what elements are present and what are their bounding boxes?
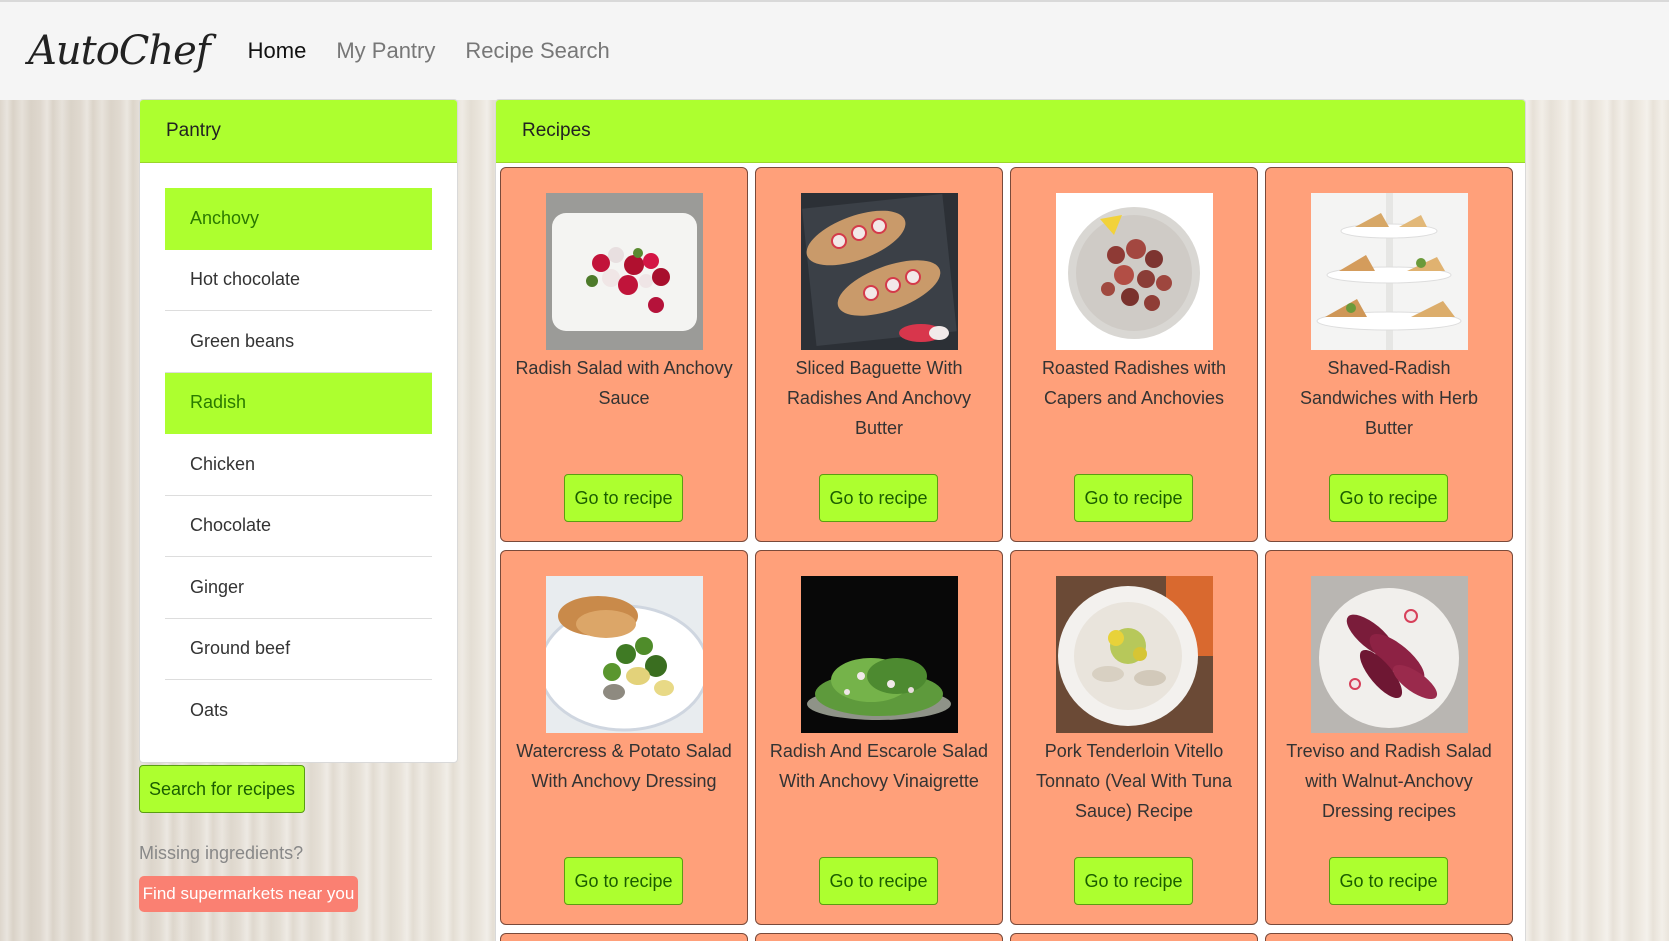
radish-salad-photo[interactable] bbox=[546, 193, 703, 350]
go-to-recipe-button[interactable]: Go to recipe bbox=[819, 474, 938, 522]
pantry-item[interactable]: Radish bbox=[165, 372, 432, 434]
go-to-recipe-button[interactable]: Go to recipe bbox=[1074, 857, 1193, 905]
recipe-card: Sliced Baguette With Radishes And Anchov… bbox=[755, 167, 1003, 542]
treviso-salad-photo[interactable] bbox=[1311, 576, 1468, 733]
recipe-card-partial bbox=[755, 933, 1003, 941]
vitello-tonnato-photo[interactable] bbox=[1056, 576, 1213, 733]
recipe-title: Sliced Baguette With Radishes And Anchov… bbox=[786, 358, 972, 438]
recipe-card: Watercress & Potato Salad With Anchovy D… bbox=[500, 550, 748, 925]
recipe-title: Radish And Escarole Salad With Anchovy V… bbox=[769, 741, 989, 791]
recipe-card-partial bbox=[1010, 933, 1258, 941]
recipe-card: Radish Salad with Anchovy Sauce Go to re… bbox=[500, 167, 748, 542]
pantry-item[interactable]: Ginger bbox=[165, 557, 432, 619]
watercress-salad-photo[interactable] bbox=[546, 576, 703, 733]
pantry-list: Anchovy Hot chocolate Green beans Radish… bbox=[165, 188, 432, 742]
recipe-card: Shaved-Radish Sandwiches with Herb Butte… bbox=[1265, 167, 1513, 542]
nav-home[interactable]: Home bbox=[248, 38, 307, 64]
pantry-item[interactable]: Green beans bbox=[165, 311, 432, 373]
navbar: AutoChef Home My Pantry Recipe Search bbox=[0, 0, 1669, 100]
pantry-item[interactable]: Chocolate bbox=[165, 496, 432, 557]
recipe-title: Radish Salad with Anchovy Sauce bbox=[515, 358, 733, 408]
recipe-title: Shaved-Radish Sandwiches with Herb Butte… bbox=[1299, 358, 1479, 438]
recipe-title: Treviso and Radish Salad with Walnut-Anc… bbox=[1286, 741, 1492, 821]
pantry-item[interactable]: Anchovy bbox=[165, 188, 432, 250]
search-recipes-button[interactable]: Search for recipes bbox=[139, 765, 305, 813]
pantry-panel: Pantry Anchovy Hot chocolate Green beans… bbox=[139, 99, 458, 763]
go-to-recipe-button[interactable]: Go to recipe bbox=[1329, 474, 1448, 522]
recipes-panel: Recipes Radish Salad with Anchovy Sauce … bbox=[495, 99, 1526, 941]
roasted-radishes-photo[interactable] bbox=[1056, 193, 1213, 350]
recipe-card-partial bbox=[500, 933, 748, 941]
recipe-card-partial bbox=[1265, 933, 1513, 941]
recipe-grid: Radish Salad with Anchovy Sauce Go to re… bbox=[500, 167, 1513, 941]
pantry-item[interactable]: Oats bbox=[165, 680, 432, 742]
baguette-photo[interactable] bbox=[801, 193, 958, 350]
go-to-recipe-button[interactable]: Go to recipe bbox=[564, 474, 683, 522]
pantry-item[interactable]: Chicken bbox=[165, 434, 432, 496]
recipe-title: Watercress & Potato Salad With Anchovy D… bbox=[516, 741, 732, 791]
recipe-title: Pork Tenderloin Vitello Tonnato (Veal Wi… bbox=[1035, 741, 1233, 821]
missing-ingredients-text: Missing ingredients? bbox=[139, 843, 304, 863]
find-supermarkets-button[interactable]: Find supermarkets near you bbox=[139, 876, 358, 912]
pantry-item[interactable]: Ground beef bbox=[165, 619, 432, 680]
go-to-recipe-button[interactable]: Go to recipe bbox=[1074, 474, 1193, 522]
sandwiches-photo[interactable] bbox=[1311, 193, 1468, 350]
go-to-recipe-button[interactable]: Go to recipe bbox=[564, 857, 683, 905]
nav-my-pantry[interactable]: My Pantry bbox=[336, 38, 435, 64]
recipe-card: Radish And Escarole Salad With Anchovy V… bbox=[755, 550, 1003, 925]
nav-recipe-search[interactable]: Recipe Search bbox=[465, 38, 609, 64]
pantry-title: Pantry bbox=[140, 100, 457, 163]
recipe-card: Pork Tenderloin Vitello Tonnato (Veal Wi… bbox=[1010, 550, 1258, 925]
escarole-salad-photo[interactable] bbox=[801, 576, 958, 733]
brand-logo[interactable]: AutoChef bbox=[28, 28, 211, 74]
go-to-recipe-button[interactable]: Go to recipe bbox=[1329, 857, 1448, 905]
recipes-title: Recipes bbox=[496, 100, 1525, 163]
recipe-card: Roasted Radishes with Capers and Anchovi… bbox=[1010, 167, 1258, 542]
go-to-recipe-button[interactable]: Go to recipe bbox=[819, 857, 938, 905]
pantry-item[interactable]: Hot chocolate bbox=[165, 250, 432, 311]
recipe-card: Treviso and Radish Salad with Walnut-Anc… bbox=[1265, 550, 1513, 925]
recipe-title: Roasted Radishes with Capers and Anchovi… bbox=[1041, 358, 1227, 408]
